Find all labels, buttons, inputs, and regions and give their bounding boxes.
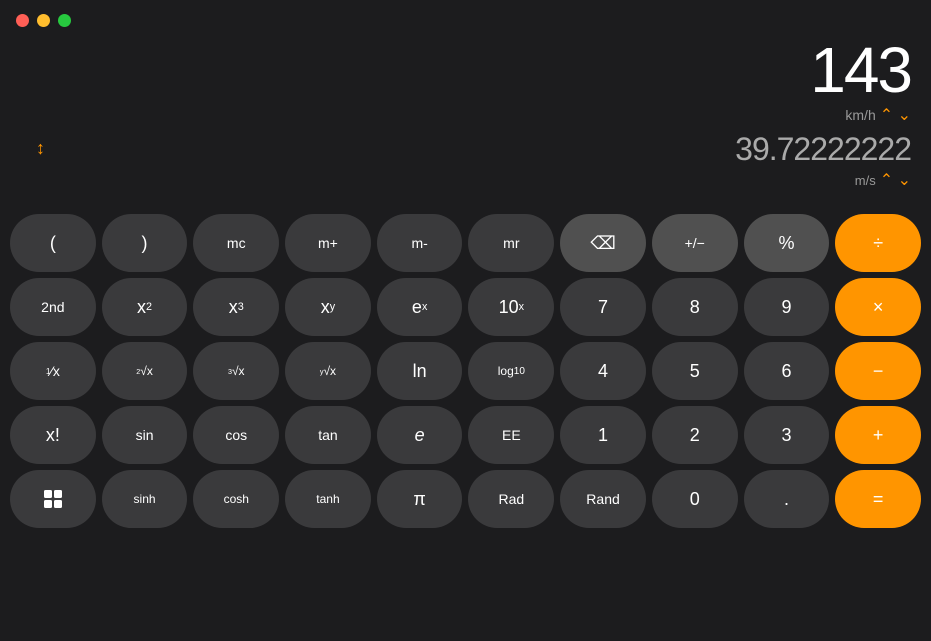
titlebar: [0, 0, 931, 35]
mplus-button[interactable]: m+: [285, 214, 371, 272]
display-area: 143 km/h ⌃ ⌄ ↕ 39.72222222 m/s ⌃ ⌄: [0, 35, 931, 208]
secondary-unit-label: m/s: [855, 173, 876, 188]
sort-icon[interactable]: ↕: [20, 138, 61, 163]
main-display: 143: [810, 35, 911, 105]
5-button[interactable]: 5: [652, 342, 738, 400]
sqrt2-button[interactable]: 2√x: [102, 342, 188, 400]
close-button[interactable]: [16, 14, 29, 27]
plus-minus-button[interactable]: +/−: [652, 214, 738, 272]
9-button[interactable]: 9: [744, 278, 830, 336]
main-unit-label: km/h: [845, 107, 875, 123]
3-button[interactable]: 3: [744, 406, 830, 464]
10x-button[interactable]: 10x: [468, 278, 554, 336]
decimal-button[interactable]: .: [744, 470, 830, 528]
open-paren-button[interactable]: (: [10, 214, 96, 272]
1-button[interactable]: 1: [560, 406, 646, 464]
x3-button[interactable]: x3: [193, 278, 279, 336]
sin-button[interactable]: sin: [102, 406, 188, 464]
tanh-button[interactable]: tanh: [285, 470, 371, 528]
percent-button[interactable]: %: [744, 214, 830, 272]
sinh-button[interactable]: sinh: [102, 470, 188, 528]
factorial-button[interactable]: x!: [10, 406, 96, 464]
4-button[interactable]: 4: [560, 342, 646, 400]
equals-button[interactable]: =: [835, 470, 921, 528]
x2-button[interactable]: x2: [102, 278, 188, 336]
ln-button[interactable]: ln: [377, 342, 463, 400]
divide-button[interactable]: ÷: [835, 214, 921, 272]
backspace-button[interactable]: ⌫: [560, 214, 646, 272]
rand-button[interactable]: Rand: [560, 470, 646, 528]
keypad: ( ) mc m+ m- mr ⌫ +/− % ÷ 2nd x2 x3 xy e…: [0, 208, 931, 538]
minus-button[interactable]: −: [835, 342, 921, 400]
secondary-display: 39.72222222: [735, 131, 911, 168]
cosh-button[interactable]: cosh: [193, 470, 279, 528]
maximize-button[interactable]: [58, 14, 71, 27]
7-button[interactable]: 7: [560, 278, 646, 336]
tan-button[interactable]: tan: [285, 406, 371, 464]
6-button[interactable]: 6: [744, 342, 830, 400]
mr-button[interactable]: mr: [468, 214, 554, 272]
1x-button[interactable]: 1⁄x: [10, 342, 96, 400]
close-paren-button[interactable]: ): [102, 214, 188, 272]
sqrty-button[interactable]: y√x: [285, 342, 371, 400]
rad-button[interactable]: Rad: [468, 470, 554, 528]
log10-button[interactable]: log10: [468, 342, 554, 400]
8-button[interactable]: 8: [652, 278, 738, 336]
window: 143 km/h ⌃ ⌄ ↕ 39.72222222 m/s ⌃ ⌄ ( ) m…: [0, 0, 931, 538]
0-button[interactable]: 0: [652, 470, 738, 528]
secondary-unit-arrows[interactable]: ⌃ ⌄: [880, 170, 911, 190]
mc-button[interactable]: mc: [193, 214, 279, 272]
main-unit-arrows[interactable]: ⌃ ⌄: [880, 105, 911, 125]
calculator-icon-button[interactable]: [10, 470, 96, 528]
mminus-button[interactable]: m-: [377, 214, 463, 272]
ex-button[interactable]: ex: [377, 278, 463, 336]
ee-button[interactable]: EE: [468, 406, 554, 464]
minimize-button[interactable]: [37, 14, 50, 27]
2-button[interactable]: 2: [652, 406, 738, 464]
pi-button[interactable]: π: [377, 470, 463, 528]
xy-button[interactable]: xy: [285, 278, 371, 336]
sqrt3-button[interactable]: 3√x: [193, 342, 279, 400]
e-button[interactable]: e: [377, 406, 463, 464]
cos-button[interactable]: cos: [193, 406, 279, 464]
plus-button[interactable]: +: [835, 406, 921, 464]
multiply-button[interactable]: ×: [835, 278, 921, 336]
2nd-button[interactable]: 2nd: [10, 278, 96, 336]
